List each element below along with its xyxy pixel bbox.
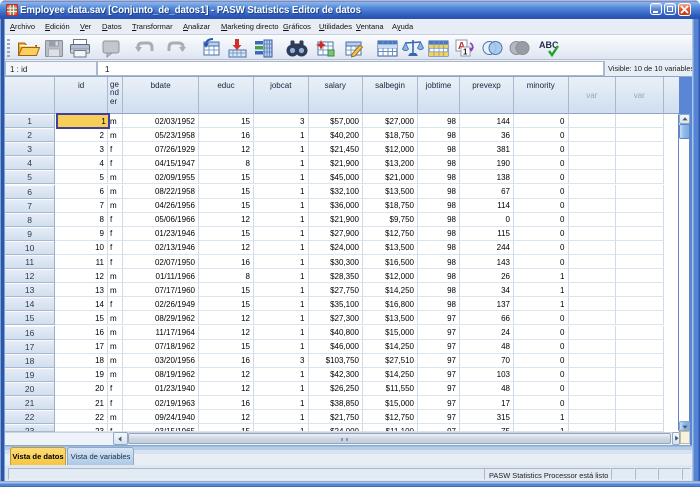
svg-text:1: 1 — [463, 48, 468, 57]
